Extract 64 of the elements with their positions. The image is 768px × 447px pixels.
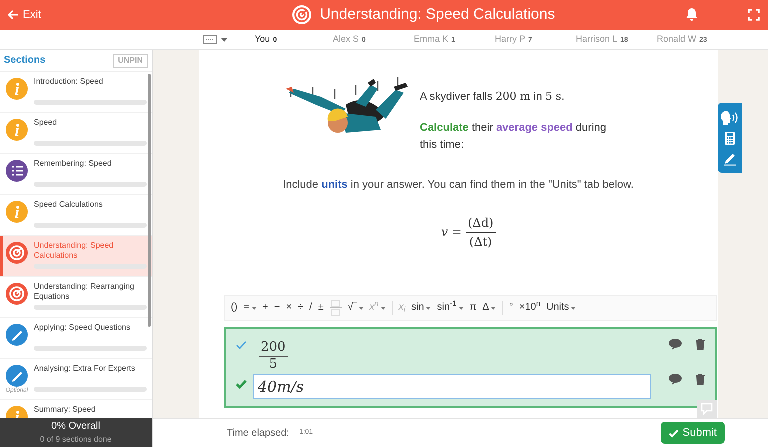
question-text: Calculate their average speed during this time: xyxy=(420,121,608,153)
math-key[interactable]: sin xyxy=(412,303,432,313)
caret-icon xyxy=(458,306,464,310)
target-icon xyxy=(6,283,28,305)
pencil-icon[interactable] xyxy=(723,152,737,166)
checklist-icon xyxy=(6,160,28,182)
section-title: Speed xyxy=(34,118,58,129)
math-key[interactable]: = xyxy=(244,303,257,313)
math-key[interactable]: sin$^{-1}$ xyxy=(437,303,464,313)
math-key[interactable]: + xyxy=(262,303,268,313)
instruction-text: Include units in your answer. You can find them in the "Units" tab below. xyxy=(282,178,635,193)
section-title: Introduction: Speed xyxy=(34,77,104,88)
speaking-head-icon[interactable] xyxy=(721,110,739,124)
math-key[interactable]: Units xyxy=(546,303,576,313)
pencil-icon xyxy=(6,365,28,387)
answer-expression: 200 5 xyxy=(259,340,288,373)
caret-icon xyxy=(426,306,432,310)
math-key[interactable]: − xyxy=(274,303,280,313)
fullscreen-icon[interactable] xyxy=(748,9,760,21)
overall-heading: 0% Overall xyxy=(52,420,100,434)
math-key[interactable]: × xyxy=(286,303,292,313)
section-title: Understanding: Rearranging Equations xyxy=(34,282,136,302)
section-title: Remembering: Speed xyxy=(34,159,113,170)
section-title: Applying: Speed Questions xyxy=(34,323,132,334)
caret-icon xyxy=(380,306,386,310)
sections-done: 0 of 9 sections done xyxy=(40,434,112,446)
calculator-icon[interactable] xyxy=(725,132,735,144)
trash-icon[interactable] xyxy=(696,374,705,385)
trash-icon[interactable] xyxy=(696,339,705,350)
section-title: Understanding: Speed Calculations xyxy=(34,241,115,261)
info-icon xyxy=(6,119,28,141)
info-icon xyxy=(6,201,28,223)
caret-icon xyxy=(491,306,496,310)
page-title: Understanding: Speed Calculations xyxy=(320,4,556,25)
math-key[interactable]: ×10$^{n}$ xyxy=(519,303,540,313)
math-key[interactable]: Δ xyxy=(482,303,496,313)
caret-icon xyxy=(571,306,576,310)
caret-icon xyxy=(252,306,257,310)
info-icon xyxy=(6,78,28,100)
math-key[interactable]: ± xyxy=(318,303,324,313)
caret-icon xyxy=(221,38,228,42)
caret-icon xyxy=(358,306,364,310)
tick-icon xyxy=(669,428,679,438)
leaderboard-icon xyxy=(203,35,217,44)
bell-icon[interactable] xyxy=(686,8,698,22)
question-text: A skydiver falls 200 m in 5 s. xyxy=(420,89,566,105)
target-icon xyxy=(292,5,312,25)
section-title: Summary: Speed xyxy=(34,405,97,416)
section-title: Analysing: Extra For Experts xyxy=(34,364,136,375)
comment-icon[interactable] xyxy=(669,374,682,385)
target-icon xyxy=(6,242,28,264)
comment-icon[interactable] xyxy=(669,339,682,350)
back-arrow-icon xyxy=(8,10,19,20)
math-key[interactable]: ° xyxy=(509,303,514,313)
math-key[interactable]: ÷ xyxy=(298,303,304,313)
answer-input[interactable]: 40m/s xyxy=(253,374,651,399)
math-key[interactable]: √‾ xyxy=(348,303,364,313)
math-key[interactable]: / xyxy=(310,303,312,313)
pencil-icon xyxy=(6,324,28,346)
math-key[interactable]: π xyxy=(470,303,477,313)
sections-heading: Sections xyxy=(4,54,46,68)
math-key[interactable]: () xyxy=(231,303,238,313)
time-elapsed-label: Time elapsed: xyxy=(227,426,290,440)
section-title: Speed Calculations xyxy=(34,200,104,211)
